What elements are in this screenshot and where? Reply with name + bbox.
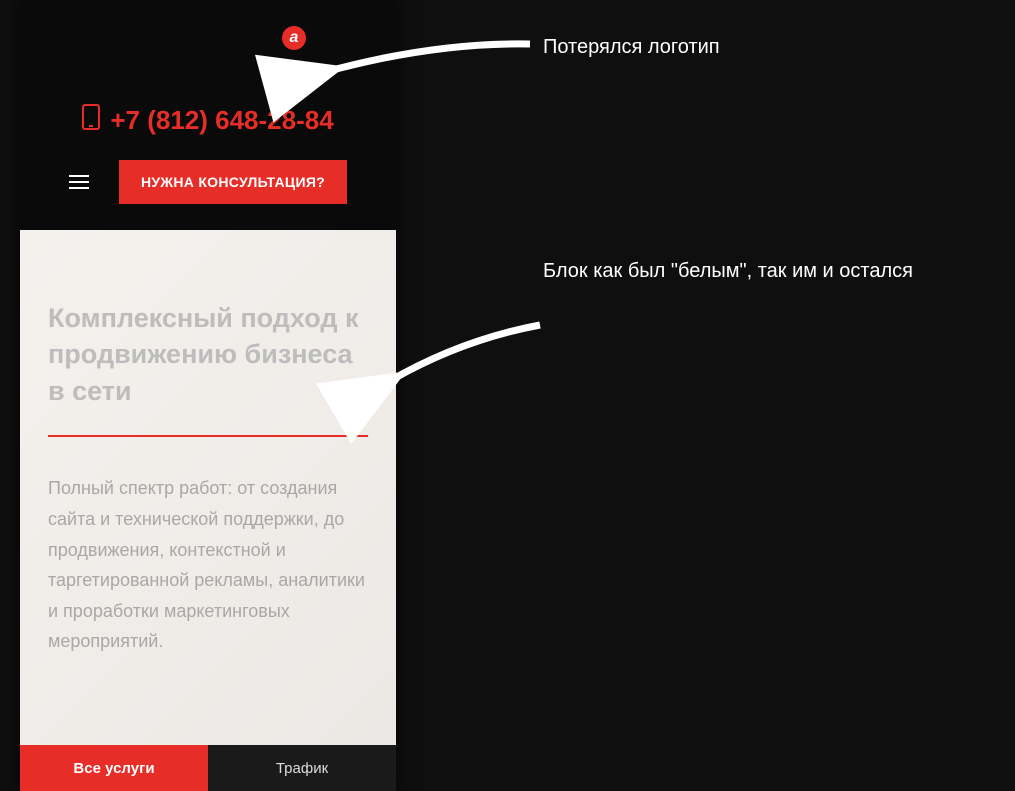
logo-badge-icon: a xyxy=(282,26,306,50)
logo[interactable]: альтера a xyxy=(110,30,306,76)
tab-traffic[interactable]: Трафик xyxy=(208,745,396,791)
annotation-logo-lost: Потерялся логотип xyxy=(543,32,720,62)
menu-icon[interactable] xyxy=(69,175,89,189)
tab-bar: Все услуги Трафик xyxy=(20,745,396,791)
arrow-icon xyxy=(315,32,535,97)
hero-body: Полный спектр работ: от создания сайта и… xyxy=(48,473,368,657)
hero-section: Комплексный подход к продвижению бизнеса… xyxy=(20,230,396,745)
nav-row: НУЖНА КОНСУЛЬТАЦИЯ? xyxy=(40,160,376,218)
hero-content: Комплексный подход к продвижению бизнеса… xyxy=(20,230,396,687)
annotation-white-block: Блок как был "белым", так им и остался xyxy=(543,256,913,286)
tab-all-services[interactable]: Все услуги xyxy=(20,745,208,791)
hero-divider xyxy=(48,435,368,437)
phone-icon xyxy=(82,104,100,136)
hero-title: Комплексный подход к продвижению бизнеса… xyxy=(48,300,368,409)
annotation-white-block-text: Блок как был "белым", так им и остался xyxy=(543,260,913,282)
mobile-preview: альтера a +7 (812) 648-28-84 НУЖНА КОНСУ… xyxy=(20,0,396,791)
arrow-icon xyxy=(380,320,550,405)
phone-number: +7 (812) 648-28-84 xyxy=(110,105,333,136)
phone-link[interactable]: +7 (812) 648-28-84 xyxy=(40,104,376,136)
logo-text: альтера xyxy=(110,30,284,76)
consult-button[interactable]: НУЖНА КОНСУЛЬТАЦИЯ? xyxy=(119,160,347,204)
